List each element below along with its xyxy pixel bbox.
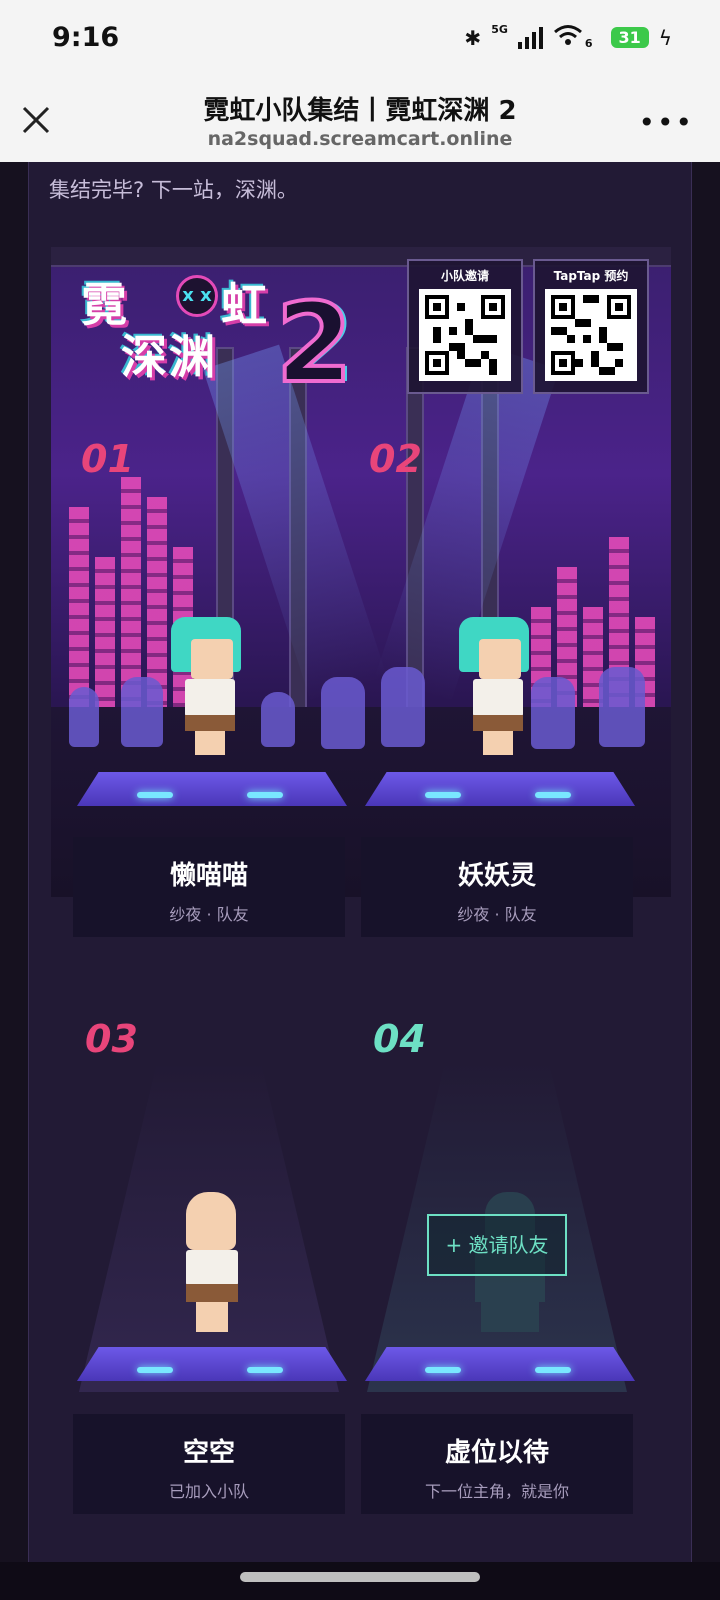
member-name: 懒喵喵 xyxy=(169,861,248,891)
member-card[interactable]: 懒喵喵 纱夜 · 队友 xyxy=(73,837,345,937)
member-name: 妖妖灵 xyxy=(457,861,536,891)
side-gutter-left xyxy=(0,162,28,1562)
member-name: 虚位以待 xyxy=(444,1438,549,1468)
character-shirt xyxy=(186,1250,238,1286)
bluetooth-icon: ✱ xyxy=(464,25,482,50)
character-skirt xyxy=(186,1284,238,1302)
battery-icon: 31 xyxy=(610,27,649,48)
crowd-member xyxy=(381,667,425,747)
page-subtitle: 集结完毕? 下一站，深渊。 xyxy=(49,178,298,202)
character-sprite xyxy=(459,617,539,757)
crowd-member xyxy=(121,677,163,747)
stage-platform xyxy=(77,1347,347,1381)
crowd-member xyxy=(261,692,295,747)
wifi-icon xyxy=(553,24,583,51)
character-skirt xyxy=(185,715,235,731)
slot-number: 02 xyxy=(369,437,422,481)
stage-banner: 霓 x x 虹 深渊 2 小队邀请 TapTap 预约 01 02 xyxy=(51,247,671,897)
qr-code-icon xyxy=(419,289,511,381)
smiley-logo-icon: x x xyxy=(176,275,218,317)
qr-label: 小队邀请 xyxy=(440,269,489,283)
character-legs xyxy=(196,1302,228,1332)
character-face xyxy=(479,639,521,679)
status-icons: ✱ 5G 6 31 ϟ xyxy=(464,23,672,51)
character-face xyxy=(186,1192,236,1250)
logo-number: 2 xyxy=(274,277,355,409)
qr-card-invite[interactable]: 小队邀请 xyxy=(407,259,523,394)
character-legs xyxy=(483,731,513,755)
character-skirt xyxy=(473,715,523,731)
logo-line-2: 深渊 xyxy=(121,330,217,384)
invite-teammate-button[interactable]: + 邀请队友 xyxy=(427,1214,567,1276)
qr-card-taptap[interactable]: TapTap 预约 xyxy=(533,259,649,394)
character-face xyxy=(191,639,233,679)
slot-number: 03 xyxy=(85,1017,138,1061)
page-url: na2squad.screamcart.online xyxy=(207,128,513,150)
network-label: 5G xyxy=(491,23,508,36)
member-role: 已加入小队 xyxy=(168,1482,249,1501)
page-title: 霓虹小队集结丨霓虹深渊 2 xyxy=(203,96,517,126)
stage-platform xyxy=(365,1347,635,1381)
placeholder-silhouette xyxy=(481,1302,539,1332)
charging-icon: ϟ xyxy=(658,25,672,50)
character-shirt xyxy=(473,679,523,717)
wifi-tag: 6 xyxy=(584,37,593,50)
browser-nav-bar: 霓虹小队集结丨霓虹深渊 2 na2squad.screamcart.online… xyxy=(0,80,720,162)
character-legs xyxy=(195,731,225,755)
logo-char: 虹 xyxy=(221,278,269,332)
side-gutter-right xyxy=(692,162,720,1562)
home-indicator[interactable] xyxy=(240,1572,480,1582)
qr-code-icon xyxy=(545,289,637,381)
slot-number: 01 xyxy=(81,437,134,481)
stage-platform xyxy=(365,772,635,806)
member-role: 纱夜 · 队友 xyxy=(457,905,537,924)
signal-icon xyxy=(517,26,543,49)
crowd-member xyxy=(69,687,99,747)
stage-platform xyxy=(77,772,347,806)
member-card[interactable]: 虚位以待 下一位主角，就是你 xyxy=(361,1414,633,1514)
member-card[interactable]: 空空 已加入小队 xyxy=(73,1414,345,1514)
member-name: 空空 xyxy=(182,1438,235,1468)
crowd-member xyxy=(599,667,645,747)
qr-label: TapTap 预约 xyxy=(553,269,629,283)
status-bar: 9:16 ✱ 5G 6 31 ϟ xyxy=(0,0,720,80)
game-logo: 霓 x x 虹 深渊 2 xyxy=(81,269,355,409)
member-card[interactable]: 妖妖灵 纱夜 · 队友 xyxy=(361,837,633,937)
status-time: 9:16 xyxy=(52,22,120,53)
page-content: 集结完毕? 下一站，深渊。 霓 x x 虹 深渊 2 小队邀请 TapTap 预… xyxy=(28,162,692,1562)
crowd-member xyxy=(321,677,365,749)
character-sprite xyxy=(171,617,251,757)
member-role: 纱夜 · 队友 xyxy=(169,905,249,924)
slot-number: 04 xyxy=(373,1017,426,1061)
character-sprite xyxy=(174,1192,254,1334)
more-icon[interactable]: ••• xyxy=(638,106,694,139)
member-role: 下一位主角，就是你 xyxy=(424,1482,569,1501)
character-shirt xyxy=(185,679,235,717)
